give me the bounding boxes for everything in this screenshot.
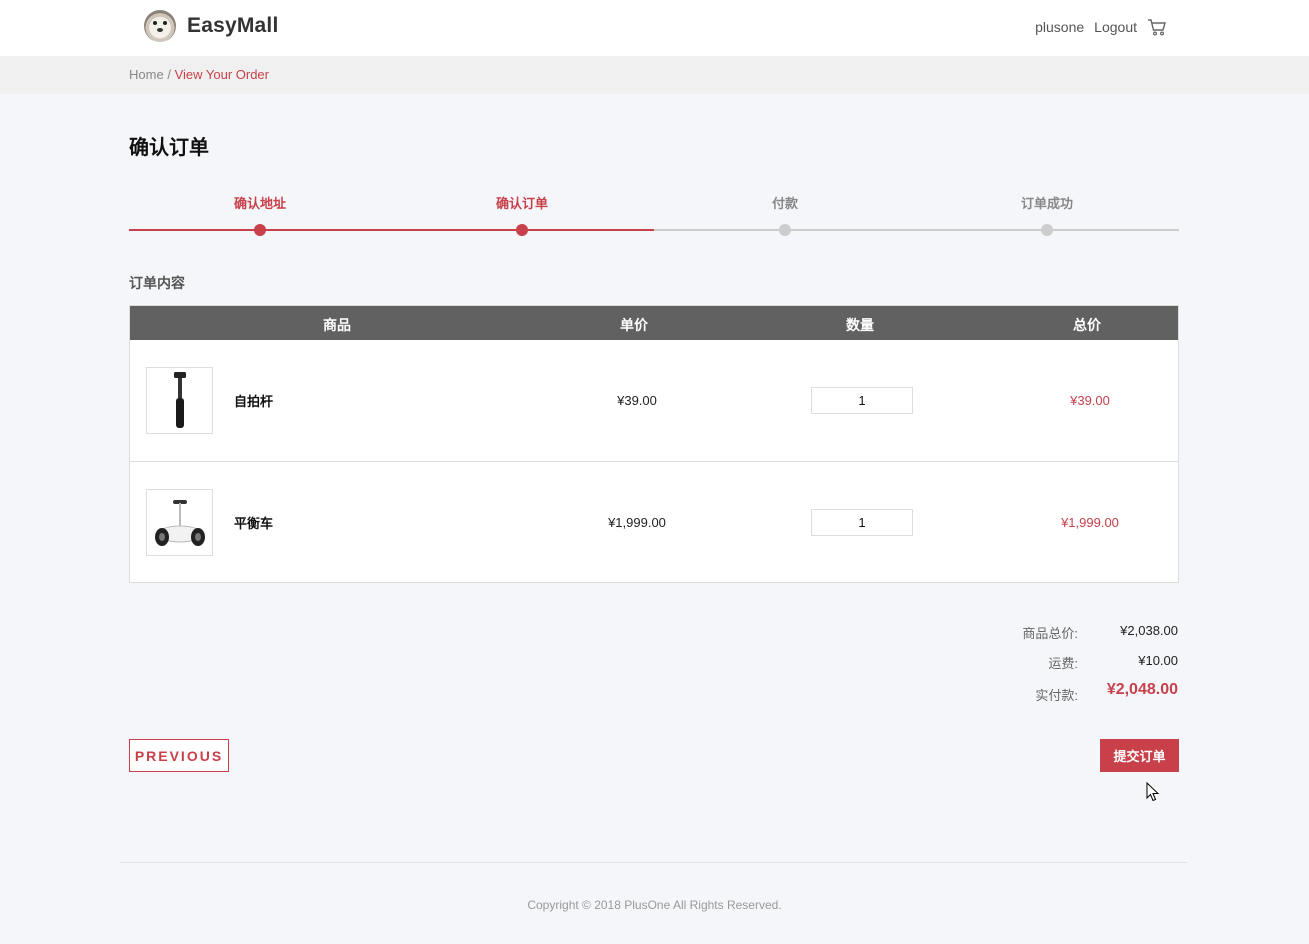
- footer-divider: [120, 862, 1187, 863]
- subtotal-label: 商品总价:: [1022, 626, 1078, 641]
- column-header-unit-price: 单价: [620, 317, 648, 333]
- order-summary: 商品总价: ¥2,038.00 运费: ¥10.00 实付款: ¥2,048.0…: [958, 620, 1178, 710]
- unit-price: ¥1,999.00: [608, 515, 666, 530]
- breadcrumb-home[interactable]: Home: [129, 67, 164, 82]
- row-total: ¥1,999.00: [1061, 515, 1119, 530]
- table-row: 平衡车 ¥1,999.00 ¥1,999.00: [130, 461, 1178, 582]
- step-dot: [516, 224, 528, 236]
- breadcrumb-bar: Home / View Your Order: [0, 56, 1309, 94]
- balance-scooter-image[interactable]: [146, 489, 213, 556]
- product-name[interactable]: 平衡车: [234, 513, 273, 532]
- final-payment-row: 实付款: ¥2,048.00: [958, 680, 1178, 710]
- user-nav: plusone Logout: [1035, 17, 1167, 37]
- final-payment-label: 实付款:: [1035, 688, 1078, 703]
- selfie-stick-icon: [173, 371, 186, 428]
- final-payment-value: ¥2,048.00: [1106, 681, 1178, 698]
- step-dot: [254, 224, 266, 236]
- shipping-row: 运费: ¥10.00: [958, 650, 1178, 680]
- balance-scooter-icon: [154, 499, 205, 546]
- previous-button[interactable]: PREVIOUS: [129, 739, 229, 772]
- shipping-label: 运费:: [1048, 656, 1078, 671]
- column-header-quantity: 数量: [846, 317, 874, 333]
- step-order-success: 订单成功: [987, 193, 1107, 236]
- quantity-input[interactable]: [811, 387, 913, 414]
- breadcrumb-current[interactable]: View Your Order: [175, 67, 269, 82]
- step-label: 确认订单: [495, 196, 548, 211]
- page-title: 确认订单: [129, 137, 209, 159]
- brand-name[interactable]: EasyMall: [187, 14, 279, 38]
- column-header-total: 总价: [1073, 317, 1101, 333]
- table-header: 商品 单价 数量 总价: [130, 306, 1178, 340]
- shipping-value: ¥10.00: [1138, 653, 1178, 668]
- step-dot: [1041, 224, 1053, 236]
- unit-price: ¥39.00: [617, 393, 657, 408]
- product-name[interactable]: 自拍杆: [234, 391, 273, 410]
- step-label: 订单成功: [1020, 196, 1073, 211]
- progress-line-pending: [654, 229, 1179, 231]
- logo[interactable]: EasyMall: [144, 10, 279, 42]
- step-label: 付款: [771, 196, 798, 211]
- logout-link[interactable]: Logout: [1094, 19, 1137, 35]
- step-payment: 付款: [725, 193, 845, 236]
- table-row: 自拍杆 ¥39.00 ¥39.00: [130, 340, 1178, 461]
- subtotal-value: ¥2,038.00: [1120, 623, 1178, 638]
- breadcrumb-separator: /: [167, 67, 171, 82]
- row-total: ¥39.00: [1070, 393, 1110, 408]
- submit-order-button[interactable]: 提交订单: [1100, 739, 1179, 772]
- step-dot: [779, 224, 791, 236]
- column-header-product: 商品: [323, 317, 351, 333]
- dog-avatar-icon: [144, 10, 176, 42]
- quantity-input[interactable]: [811, 509, 913, 536]
- top-header: EasyMall plusone Logout: [0, 0, 1309, 56]
- mouse-cursor-icon: [1146, 782, 1160, 802]
- copyright-text: Copyright © 2018 PlusOne All Rights Rese…: [527, 898, 782, 912]
- order-progress-steps: 确认地址 确认订单 付款 订单成功: [129, 193, 1179, 238]
- username-link[interactable]: plusone: [1035, 19, 1084, 35]
- step-label: 确认地址: [233, 196, 286, 211]
- order-items-table: 商品 单价 数量 总价 自拍杆 ¥39.00 ¥39.00: [129, 305, 1179, 583]
- step-confirm-order: 确认订单: [462, 193, 582, 236]
- breadcrumb: Home / View Your Order: [129, 67, 269, 82]
- selfie-stick-image[interactable]: [146, 367, 213, 434]
- step-confirm-address: 确认地址: [200, 193, 320, 236]
- progress-line-done: [129, 229, 654, 231]
- cart-icon[interactable]: [1147, 17, 1167, 37]
- subtotal-row: 商品总价: ¥2,038.00: [958, 620, 1178, 650]
- order-content-heading: 订单内容: [129, 275, 185, 291]
